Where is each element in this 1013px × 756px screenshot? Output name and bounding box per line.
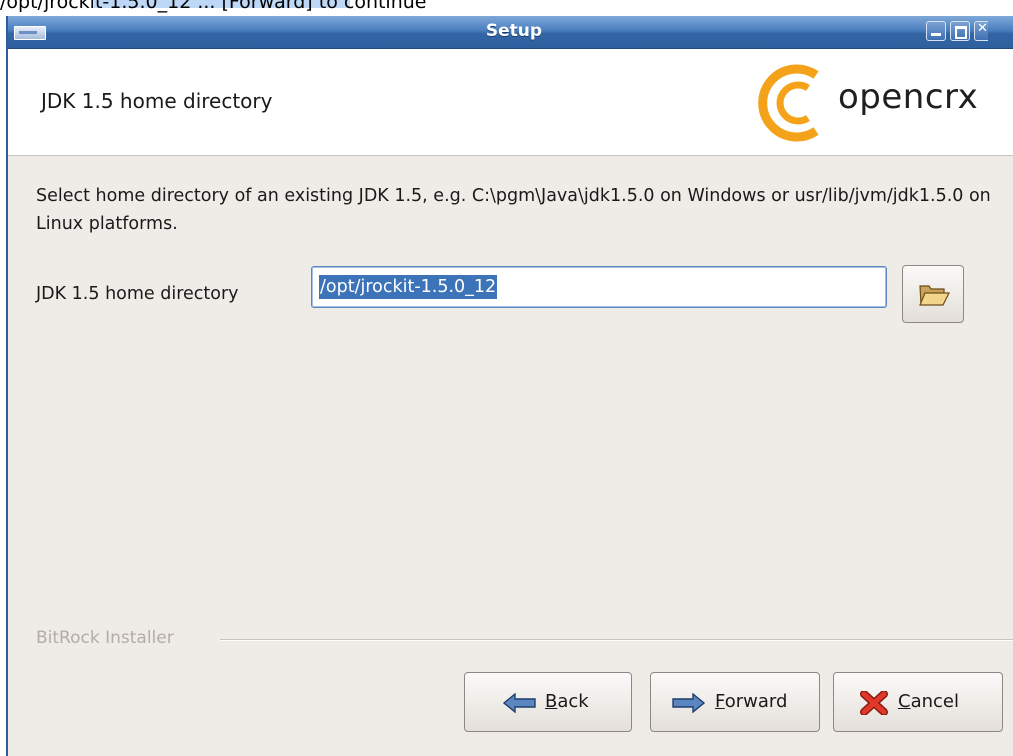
cancel-button[interactable]: Cancel — [833, 672, 1003, 732]
window-title: Setup — [485, 21, 543, 41]
browse-button[interactable] — [902, 265, 964, 323]
forward-button[interactable]: Forward — [650, 672, 820, 732]
installer-separator — [220, 639, 1013, 641]
cancel-x-icon — [860, 691, 888, 715]
logo-text: opencrx — [838, 77, 979, 117]
background-terminal-text: /opt/jrockit-1.5.0_12 ... [Forward] to c… — [0, 0, 427, 13]
opencrx-c-logo-icon — [758, 64, 819, 142]
close-icon[interactable] — [974, 21, 988, 41]
title-bar[interactable]: Setup — [8, 16, 1013, 49]
background-terminal-strip: /opt/jrockit-1.5.0_12 ... [Forward] to c… — [0, 0, 1013, 16]
jdk-home-input-value: /opt/jrockit-1.5.0_12 — [319, 275, 498, 299]
installer-label: BitRock Installer — [36, 628, 180, 648]
cancel-button-label: Cancel — [898, 691, 959, 712]
arrow-left-icon — [503, 693, 536, 713]
arrow-right-icon — [672, 693, 705, 713]
back-button[interactable]: Back — [464, 672, 632, 732]
minimize-icon[interactable] — [926, 21, 946, 41]
back-button-label: Back — [545, 691, 589, 712]
folder-open-icon — [919, 285, 950, 306]
setup-window: Setup JDK 1.5 home directory opencrx Sel… — [6, 16, 1013, 756]
forward-button-label: Forward — [715, 691, 788, 712]
page-header: JDK 1.5 home directory opencrx — [8, 49, 1013, 156]
description-text: Select home directory of an existing JDK… — [36, 186, 991, 234]
page-title: JDK 1.5 home directory — [41, 89, 273, 113]
opencrx-logo: opencrx — [758, 63, 1013, 143]
jdk-home-label: JDK 1.5 home directory — [36, 284, 239, 304]
jdk-home-input[interactable]: /opt/jrockit-1.5.0_12 — [311, 266, 887, 308]
maximize-icon[interactable] — [950, 21, 970, 41]
